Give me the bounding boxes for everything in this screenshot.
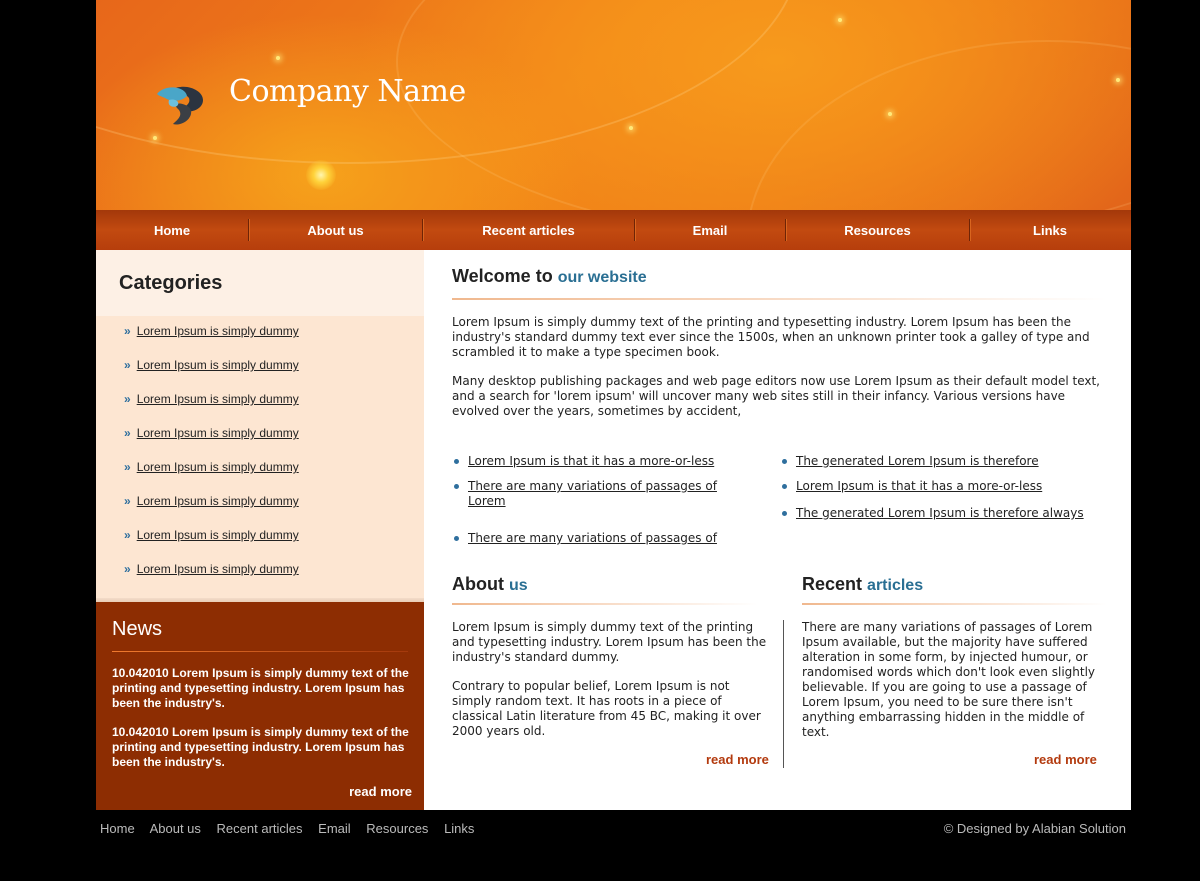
sparkle	[153, 136, 157, 140]
double-chevron-icon: »	[124, 358, 131, 372]
news-item: 10.042010 Lorem Ipsum is simply dummy te…	[112, 725, 409, 769]
category-item[interactable]: » Lorem Ipsum is simply dummy	[124, 494, 299, 508]
nav-about-us[interactable]: About us	[249, 219, 423, 241]
bullet-link-item[interactable]: There are many variations of passages of	[454, 531, 748, 546]
bullet-link-item[interactable]: There are many variations of passages of…	[454, 479, 738, 509]
category-item[interactable]: » Lorem Ipsum is simply dummy	[124, 392, 299, 406]
about-divider	[452, 603, 757, 605]
about-paragraph: Contrary to popular belief, Lorem Ipsum …	[452, 679, 761, 738]
intro-paragraph: Lorem Ipsum is simply dummy text of the …	[452, 315, 1090, 359]
about-paragraph: Lorem Ipsum is simply dummy text of the …	[452, 620, 767, 664]
sidebar: Categories » Lorem Ipsum is simply dummy …	[96, 250, 424, 810]
about-subtitle: us	[509, 577, 528, 594]
category-link[interactable]: Lorem Ipsum is simply dummy	[137, 426, 299, 440]
about-heading: About us	[452, 574, 528, 595]
category-item[interactable]: » Lorem Ipsum is simply dummy	[124, 426, 299, 440]
nav-links[interactable]: Links	[970, 219, 1130, 241]
category-link[interactable]: Lorem Ipsum is simply dummy	[137, 358, 299, 372]
bullet-icon	[454, 536, 459, 541]
recent-heading: Recent articles	[802, 574, 923, 595]
main-nav: Home About us Recent articles Email Reso…	[96, 210, 1131, 250]
footer-link-home[interactable]: Home	[100, 821, 135, 836]
category-link[interactable]: Lorem Ipsum is simply dummy	[137, 460, 299, 474]
footer-nav: Home About us Recent articles Email Reso…	[100, 821, 486, 836]
sparkle	[276, 56, 280, 60]
welcome-subtitle: our website	[557, 269, 647, 286]
nav-email[interactable]: Email	[635, 219, 786, 241]
news-title: News	[112, 618, 163, 640]
category-item[interactable]: » Lorem Ipsum is simply dummy	[124, 528, 299, 542]
category-item[interactable]: » Lorem Ipsum is simply dummy	[124, 324, 299, 338]
company-name: Company Name	[229, 74, 466, 109]
double-chevron-icon: »	[124, 392, 131, 406]
recent-read-more-link[interactable]: read more	[1034, 752, 1097, 767]
category-link[interactable]: Lorem Ipsum is simply dummy	[137, 494, 299, 508]
double-chevron-icon: »	[124, 494, 131, 508]
recent-divider	[802, 603, 1107, 605]
nav-resources[interactable]: Resources	[786, 219, 970, 241]
bullet-icon	[782, 459, 787, 464]
welcome-heading: Welcome to our website	[452, 266, 647, 287]
bullet-link-item[interactable]: The generated Lorem Ipsum is therefore	[782, 454, 1106, 469]
categories-header: Categories	[96, 250, 424, 316]
sparkle	[838, 18, 842, 22]
news-panel: News 10.042010 Lorem Ipsum is simply dum…	[96, 602, 424, 810]
bullet-link[interactable]: There are many variations of passages of	[468, 531, 717, 545]
bullet-link[interactable]: Lorem Ipsum is that it has a more-or-les…	[468, 454, 714, 468]
footer-credit: © Designed by Alabian Solution	[943, 821, 1126, 836]
news-item: 10.042010 Lorem Ipsum is simply dummy te…	[112, 666, 409, 710]
bullet-link-item[interactable]: Lorem Ipsum is that it has a more-or-les…	[782, 479, 1106, 494]
bullet-icon	[454, 459, 459, 464]
bullet-icon	[782, 484, 787, 489]
category-link[interactable]: Lorem Ipsum is simply dummy	[137, 562, 299, 576]
bullet-link[interactable]: Lorem Ipsum is that it has a more-or-les…	[796, 479, 1042, 493]
bullet-link-item[interactable]: Lorem Ipsum is that it has a more-or-les…	[454, 454, 748, 469]
sparkle	[1116, 78, 1120, 82]
recent-paragraph: There are many variations of passages of…	[802, 620, 1096, 739]
bullet-link[interactable]: There are many variations of passages of…	[468, 479, 717, 508]
news-read-more-link[interactable]: read more	[349, 784, 412, 799]
category-link[interactable]: Lorem Ipsum is simply dummy	[137, 324, 299, 338]
bullet-link-item[interactable]: The generated Lorem Ipsum is therefore a…	[782, 506, 1106, 521]
footer-link-recent-articles[interactable]: Recent articles	[217, 821, 303, 836]
category-item[interactable]: » Lorem Ipsum is simply dummy	[124, 562, 299, 576]
about-title: About	[452, 574, 504, 594]
heading-divider	[452, 298, 1107, 300]
category-item[interactable]: » Lorem Ipsum is simply dummy	[124, 460, 299, 474]
double-chevron-icon: »	[124, 460, 131, 474]
sparkle	[888, 112, 892, 116]
header-banner: Company Name	[96, 0, 1131, 210]
nav-home[interactable]: Home	[96, 219, 249, 241]
recent-title: Recent	[802, 574, 863, 594]
footer-link-links[interactable]: Links	[444, 821, 474, 836]
category-link[interactable]: Lorem Ipsum is simply dummy	[137, 528, 299, 542]
company-logo-icon[interactable]	[151, 80, 211, 130]
categories-list: » Lorem Ipsum is simply dummy » Lorem Ipsu…	[96, 316, 424, 598]
double-chevron-icon: »	[124, 562, 131, 576]
news-divider	[112, 651, 408, 652]
double-chevron-icon: »	[124, 426, 131, 440]
bullet-icon	[454, 484, 459, 489]
about-read-more-link[interactable]: read more	[706, 752, 769, 767]
bullet-link[interactable]: The generated Lorem Ipsum is therefore a…	[796, 506, 1084, 520]
double-chevron-icon: »	[124, 528, 131, 542]
nav-recent-articles[interactable]: Recent articles	[423, 219, 635, 241]
recent-subtitle: articles	[867, 577, 924, 594]
glow-sparkle	[306, 160, 336, 190]
intro-paragraph: Many desktop publishing packages and web…	[452, 374, 1100, 418]
double-chevron-icon: »	[124, 324, 131, 338]
category-item[interactable]: » Lorem Ipsum is simply dummy	[124, 358, 299, 372]
category-link[interactable]: Lorem Ipsum is simply dummy	[137, 392, 299, 406]
welcome-title: Welcome to	[452, 266, 553, 286]
column-divider	[783, 620, 784, 768]
bullet-icon	[782, 511, 787, 516]
sparkle	[629, 126, 633, 130]
categories-title: Categories	[119, 272, 223, 294]
bullet-link[interactable]: The generated Lorem Ipsum is therefore	[796, 454, 1039, 468]
footer-link-about-us[interactable]: About us	[150, 821, 201, 836]
footer-link-resources[interactable]: Resources	[366, 821, 428, 836]
page-container: Company Name Home About us Recent articl…	[96, 0, 1131, 810]
footer-link-email[interactable]: Email	[318, 821, 351, 836]
